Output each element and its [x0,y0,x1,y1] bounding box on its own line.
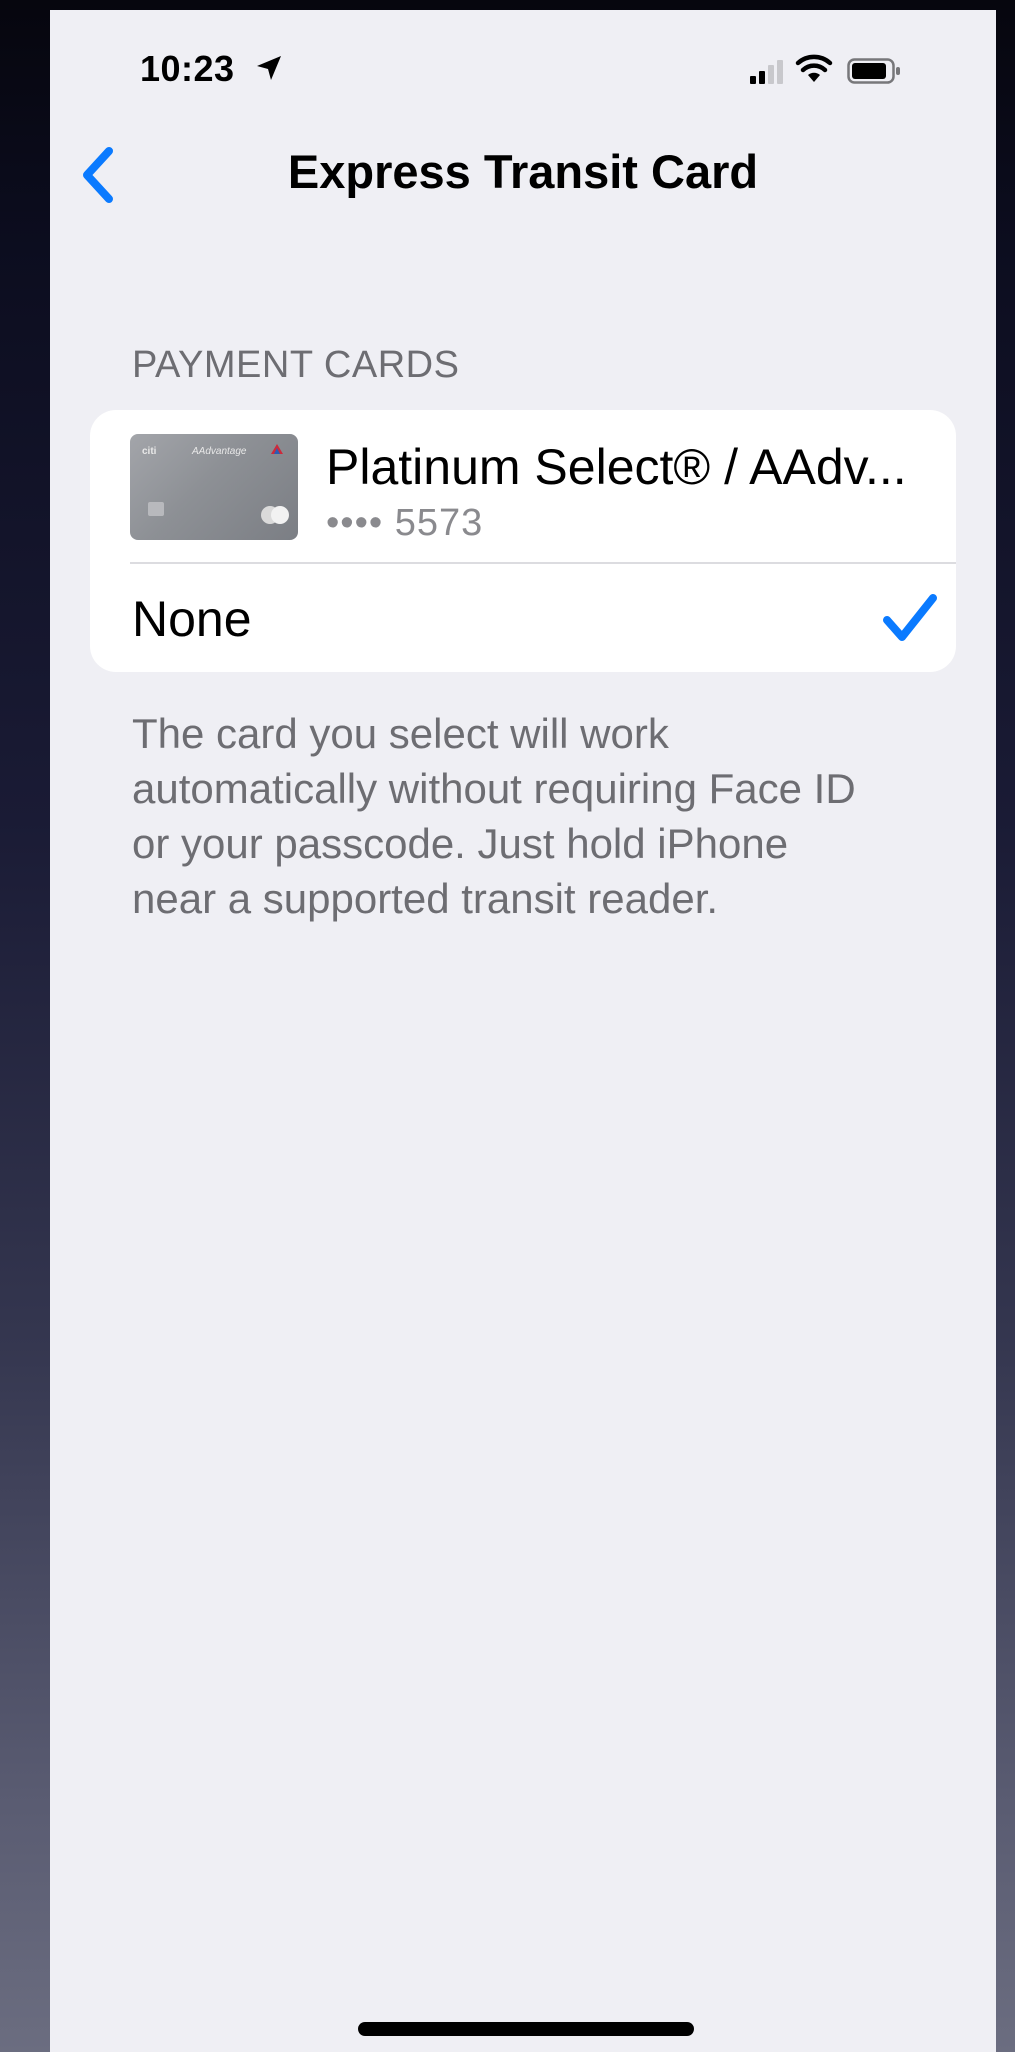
card-option-none[interactable]: None [90,564,956,672]
card-name: Platinum Select® / AAdv... [326,439,907,495]
flight-symbol-icon [271,444,283,454]
mastercard-logo-icon [261,506,289,524]
home-indicator[interactable] [358,2022,694,2036]
phone-screen: 10:23 Express Transit Card PAYMENT CARDS… [50,10,996,2052]
location-arrow-icon [257,56,281,80]
card-chip [148,502,164,516]
card-option-platinum-select[interactable]: citi AAdvantage Platinum Select® / AAdv.… [90,410,956,562]
card-thumbnail: citi AAdvantage [130,434,298,540]
cellular-signal-icon [750,60,783,84]
checkmark-icon [883,594,937,641]
wifi-icon [795,54,833,82]
payment-cards-list: citi AAdvantage Platinum Select® / AAdv.… [90,410,956,672]
none-label: None [132,591,252,647]
card-issuer-logo: citi [142,446,157,457]
navigation-bar: Express Transit Card [50,140,996,220]
battery-icon [847,58,900,84]
card-brand-logo: AAdvantage [192,446,247,457]
page-title: Express Transit Card [287,145,759,198]
footer-description: The card you select will work automatica… [132,710,856,922]
card-number: •••• 5573 [326,502,484,544]
status-time: 10:23 [140,48,235,89]
section-header-payment-cards: PAYMENT CARDS [132,344,460,386]
status-bar: 10:23 [50,10,996,140]
